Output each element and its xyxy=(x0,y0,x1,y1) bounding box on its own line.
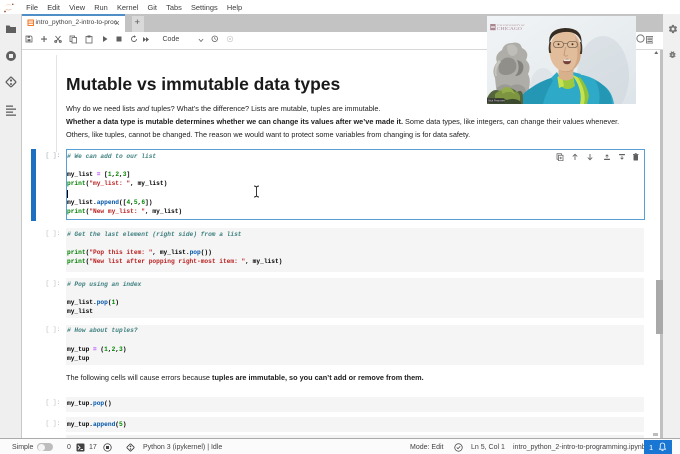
svg-text:Nick Feamster: Nick Feamster xyxy=(488,99,505,103)
svg-text:CHICAGO: CHICAGO xyxy=(496,26,522,31)
